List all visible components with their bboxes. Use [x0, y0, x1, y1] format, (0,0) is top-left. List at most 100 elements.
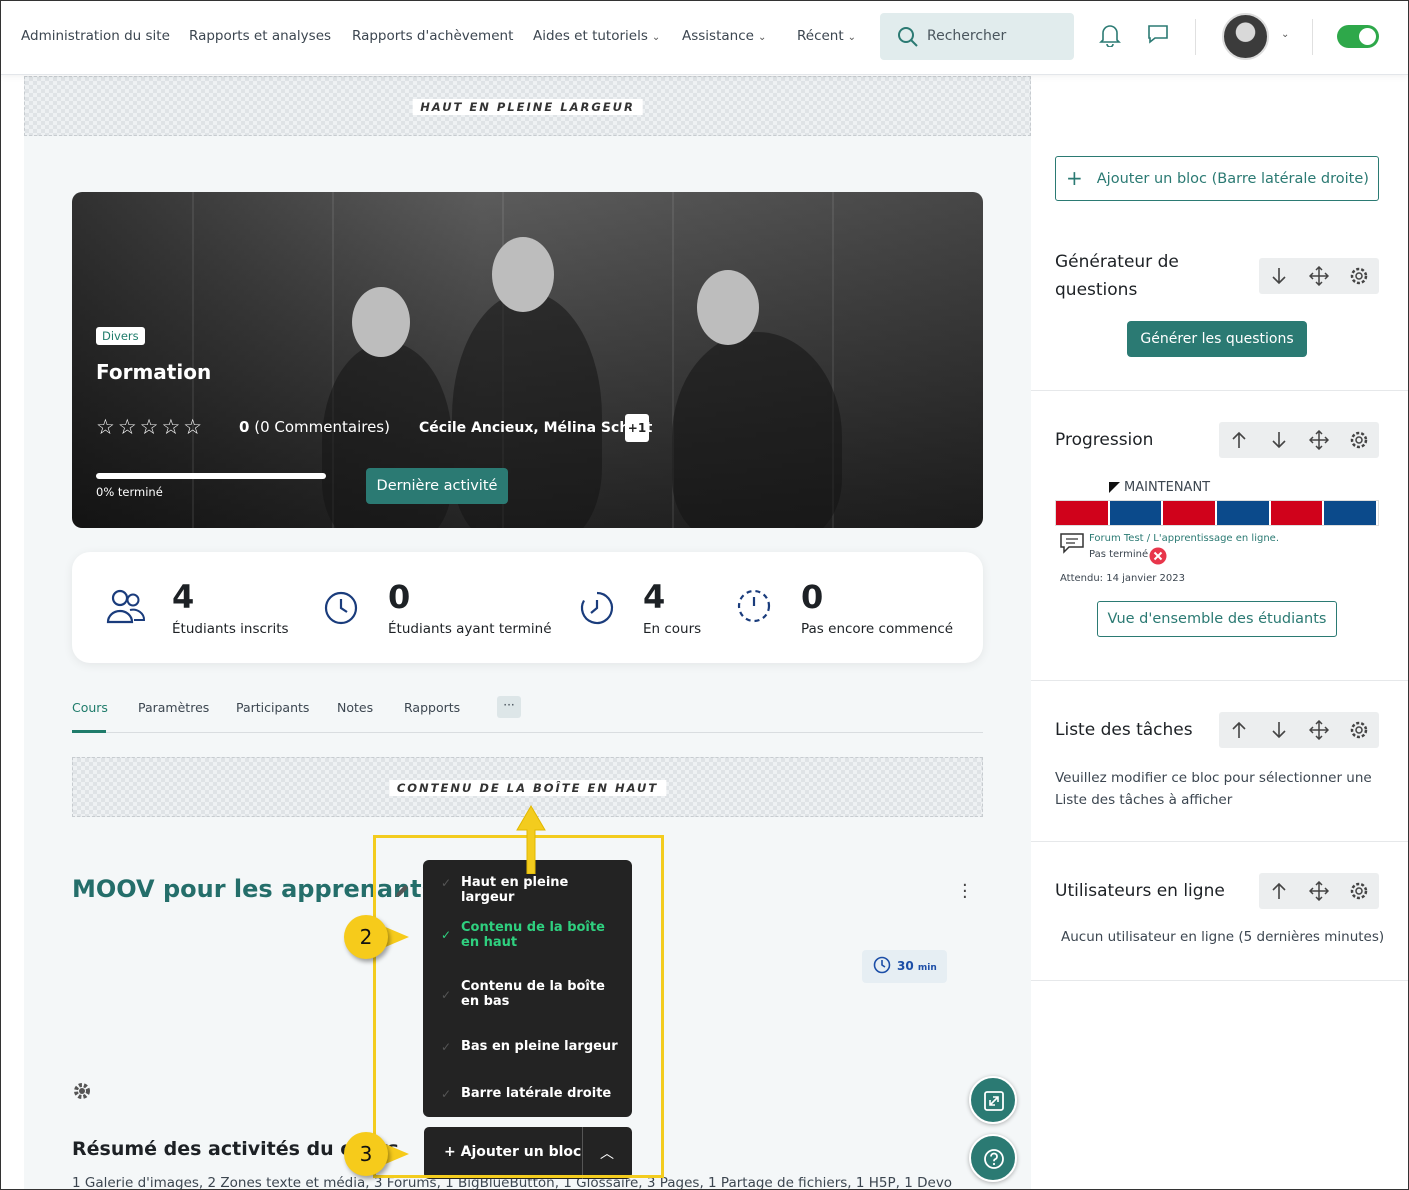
block-controls: [1259, 258, 1379, 294]
duration-value: 30: [897, 959, 914, 973]
block-controls: [1219, 712, 1379, 748]
chevron-down-icon[interactable]: ⌄: [1281, 29, 1289, 40]
highlight-box: [373, 835, 664, 1178]
block-title-question-generator: Générateur de questions: [1055, 248, 1179, 304]
now-marker-icon: [1109, 482, 1120, 493]
search-box[interactable]: Rechercher: [880, 13, 1074, 60]
arrow-up-icon[interactable]: [1229, 430, 1249, 450]
plus-icon: +: [1066, 166, 1083, 190]
chat-icon[interactable]: [1147, 23, 1169, 45]
nav-site-admin[interactable]: Administration du site: [21, 28, 170, 44]
users-icon: [106, 589, 145, 624]
arrow-down-icon[interactable]: [1269, 266, 1289, 286]
move-icon[interactable]: [1309, 881, 1329, 901]
nav-recent[interactable]: Récent ⌄: [797, 28, 856, 44]
now-label: MAINTENANT: [1124, 480, 1211, 495]
arrow-down-icon[interactable]: [1269, 720, 1289, 740]
help-button[interactable]: [969, 1134, 1017, 1182]
tasks-empty-text: Veuillez modifier ce bloc pour sélection…: [1055, 767, 1372, 811]
arrow-up-icon[interactable]: [1269, 881, 1289, 901]
region-top-full-width: HAUT EN PLEINE LARGEUR: [24, 76, 1031, 136]
gear-icon[interactable]: [1349, 720, 1369, 740]
nav-completion-reports[interactable]: Rapports d'achèvement: [352, 28, 513, 44]
tab-grades[interactable]: Notes: [337, 700, 373, 715]
stat-value: 4: [643, 578, 666, 616]
progression-segment[interactable]: [1270, 501, 1325, 525]
title-line: questions: [1055, 280, 1138, 300]
move-icon[interactable]: [1309, 720, 1329, 740]
expand-icon: [984, 1091, 1004, 1111]
gear-icon[interactable]: [1349, 430, 1369, 450]
nav-label: Rapports d'achèvement: [352, 28, 514, 44]
hero-person-head: [492, 237, 554, 312]
move-icon[interactable]: [1309, 266, 1329, 286]
block-title-progression: Progression: [1055, 430, 1154, 450]
clock-progress-icon: [580, 591, 614, 625]
nav-label: Récent: [797, 28, 844, 44]
tab-course[interactable]: Cours: [72, 700, 108, 715]
progression-segment[interactable]: [1056, 501, 1110, 525]
chevron-down-icon: ⌄: [847, 32, 857, 43]
block-title-tasks: Liste des tâches: [1055, 720, 1193, 740]
progression-bar[interactable]: [1055, 500, 1379, 526]
arrow-down-icon[interactable]: [1269, 430, 1289, 450]
arrow-up-icon[interactable]: [1229, 720, 1249, 740]
student-overview-button[interactable]: Vue d'ensemble des étudiants: [1097, 601, 1337, 637]
forum-icon: [1060, 533, 1084, 554]
duration-unit: min: [917, 963, 937, 973]
text-line: Liste des tâches à afficher: [1055, 792, 1233, 808]
sidebar-divider: [1031, 390, 1408, 391]
progression-segment[interactable]: [1163, 501, 1218, 525]
stat-label: Étudiants ayant terminé: [388, 621, 552, 637]
sidebar-divider: [1031, 680, 1408, 681]
callout-3: 3: [344, 1132, 388, 1176]
tab-reports[interactable]: Rapports: [404, 700, 460, 715]
section-menu-button[interactable]: · · ·: [962, 877, 968, 907]
generate-questions-button[interactable]: Générer les questions: [1127, 321, 1307, 357]
rating-comments: (0 Commentaires): [254, 418, 390, 436]
region-label: HAUT EN PLEINE LARGEUR: [412, 99, 643, 115]
search-input[interactable]: Rechercher: [927, 28, 1006, 44]
gear-icon[interactable]: [1349, 881, 1369, 901]
arrow-up-icon: [516, 805, 546, 874]
gear-icon[interactable]: [1349, 266, 1369, 286]
course-stats-card: 4 Étudiants inscrits 0 Étudiants ayant t…: [72, 552, 983, 663]
progression-segment[interactable]: [1109, 501, 1164, 525]
nav-help-tutorials[interactable]: Aides et tutoriels ⌄: [533, 28, 660, 44]
app-window: Administration du site Rapports et analy…: [0, 0, 1409, 1190]
text-line: Veuillez modifier ce bloc pour sélection…: [1055, 770, 1372, 786]
rating-stars[interactable]: ☆☆☆☆☆: [96, 415, 205, 439]
edit-mode-toggle[interactable]: [1337, 25, 1379, 48]
add-block-sidebar-button[interactable]: + Ajouter un bloc (Barre latérale droite): [1055, 156, 1379, 201]
progression-segment[interactable]: [1217, 501, 1271, 525]
nav-reports-analytics[interactable]: Rapports et analyses: [189, 28, 331, 44]
online-users-empty-text: Aucun utilisateur en ligne (5 dernières …: [1061, 929, 1385, 945]
tab-settings[interactable]: Paramètres: [138, 700, 209, 715]
more-teachers-badge[interactable]: +1: [625, 414, 649, 442]
sidebar-divider: [1031, 980, 1408, 981]
activity-link[interactable]: Forum Test / L'apprentissage en ligne.: [1089, 533, 1279, 544]
cross-circle-icon: [1149, 547, 1167, 565]
move-icon[interactable]: [1309, 430, 1329, 450]
tabs-more-button[interactable]: ···: [497, 696, 521, 718]
last-activity-button[interactable]: Dernière activité: [366, 468, 508, 504]
progression-segment[interactable]: [1324, 501, 1379, 525]
bell-icon[interactable]: [1099, 23, 1121, 47]
rating-summary: 0 (0 Commentaires): [239, 418, 390, 436]
title-line: Générateur de: [1055, 252, 1179, 272]
button-label: Ajouter un bloc (Barre latérale droite): [1096, 171, 1369, 187]
callout-2: 2: [344, 915, 388, 959]
hero-person-head: [352, 287, 410, 357]
hero-person-head: [697, 270, 759, 345]
tabs-divider: [72, 732, 983, 733]
nav-assistance[interactable]: Assistance ⌄: [682, 28, 766, 44]
nav-label: Rapports et analyses: [189, 28, 332, 44]
active-tab-indicator: [72, 730, 106, 733]
hero-person: [672, 332, 842, 528]
tab-participants[interactable]: Participants: [236, 700, 309, 715]
gear-icon[interactable]: [72, 1081, 92, 1101]
avatar[interactable]: [1222, 13, 1269, 60]
course-progress-bar: [96, 473, 326, 479]
fullscreen-button[interactable]: [969, 1076, 1017, 1124]
course-progress-label: 0% terminé: [96, 485, 163, 499]
